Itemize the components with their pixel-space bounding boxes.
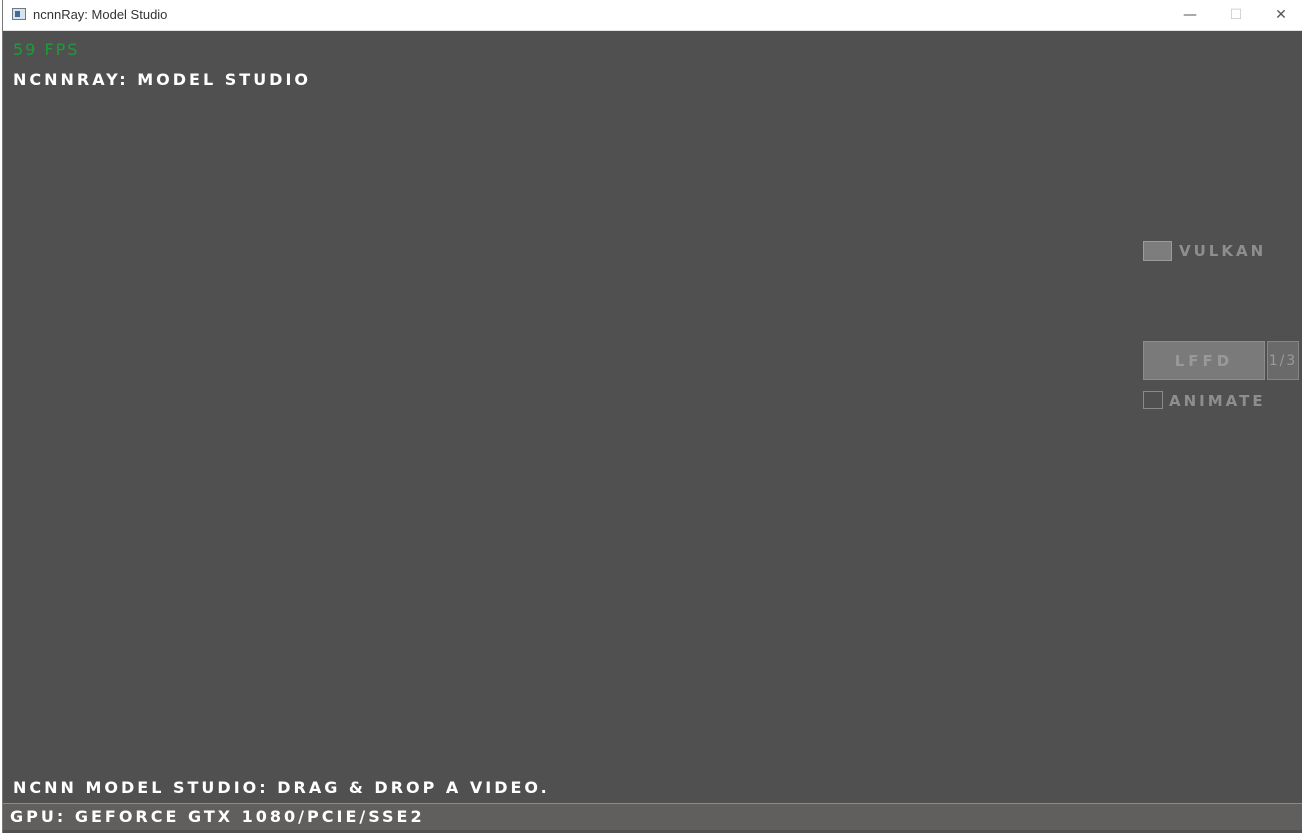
- maximize-button[interactable]: ☐: [1213, 0, 1259, 30]
- status-message: NCNN Model Studio: Drag & Drop a video.: [13, 778, 550, 797]
- title-bar[interactable]: ncnnRay: Model Studio — ☐ ✕: [3, 0, 1302, 31]
- model-counter: 1/3: [1267, 341, 1299, 380]
- app-heading: ncnnRay: Model Studio: [13, 70, 312, 89]
- window-title: ncnnRay: Model Studio: [33, 7, 168, 22]
- animate-label: Animate: [1169, 392, 1266, 410]
- close-button[interactable]: ✕: [1258, 0, 1302, 30]
- fps-counter: 59 FPS: [13, 40, 80, 59]
- app-window: ncnnRay: Model Studio — ☐ ✕ 59 FPS ncnnR…: [2, 0, 1302, 833]
- gpu-info: GPU: GeForce GTX 1080/PCIe/SSE2: [10, 807, 425, 826]
- model-select-button[interactable]: LFFD: [1143, 341, 1265, 380]
- animate-checkbox[interactable]: [1143, 391, 1163, 409]
- vulkan-label: Vulkan: [1179, 242, 1267, 260]
- minimize-button[interactable]: —: [1167, 0, 1213, 30]
- app-icon: [12, 8, 26, 20]
- vulkan-checkbox[interactable]: [1143, 241, 1172, 261]
